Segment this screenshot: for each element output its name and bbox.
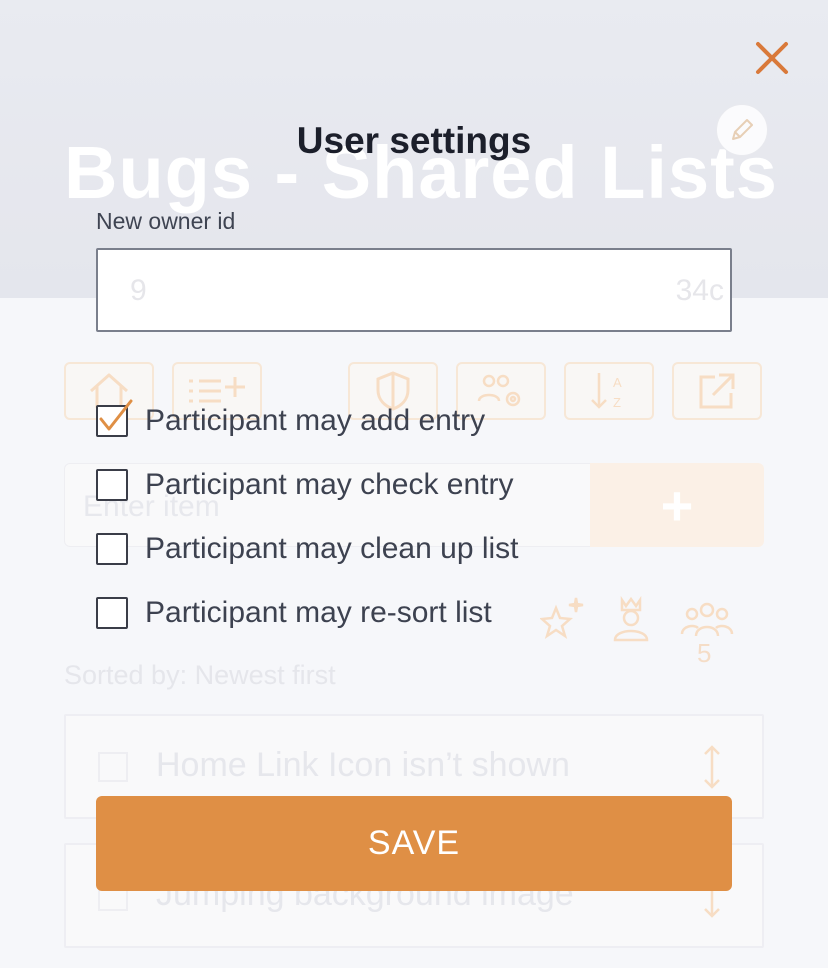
- checkbox-add-entry[interactable]: Participant may add entry: [96, 399, 486, 441]
- owner-id-label: New owner id: [96, 208, 236, 234]
- checkbox-label: Participant may check entry: [145, 468, 514, 501]
- save-button[interactable]: SAVE: [96, 796, 732, 891]
- modal-title: User settings: [296, 120, 532, 161]
- checkbox-label: Participant may clean up list: [145, 532, 519, 565]
- checkbox-re-sort-list[interactable]: Participant may re-sort list: [96, 593, 492, 633]
- checkmark-icon: [99, 399, 133, 431]
- checkbox[interactable]: [96, 533, 128, 565]
- checkbox[interactable]: [96, 399, 133, 437]
- owner-id-field[interactable]: 9c 34c: [96, 248, 732, 332]
- checkbox[interactable]: [96, 597, 128, 629]
- close-icon: [756, 42, 788, 74]
- checkbox-label: Participant may re-sort list: [145, 596, 492, 629]
- owner-id-mask: [146, 254, 664, 326]
- checkbox[interactable]: [96, 469, 128, 501]
- close-button[interactable]: [750, 36, 794, 80]
- checkbox-label: Participant may add entry: [145, 404, 486, 437]
- owner-id-value-end: 34c: [675, 274, 724, 307]
- checkbox-clean-up-list[interactable]: Participant may clean up list: [96, 529, 519, 569]
- checkbox-check-entry[interactable]: Participant may check entry: [96, 465, 513, 505]
